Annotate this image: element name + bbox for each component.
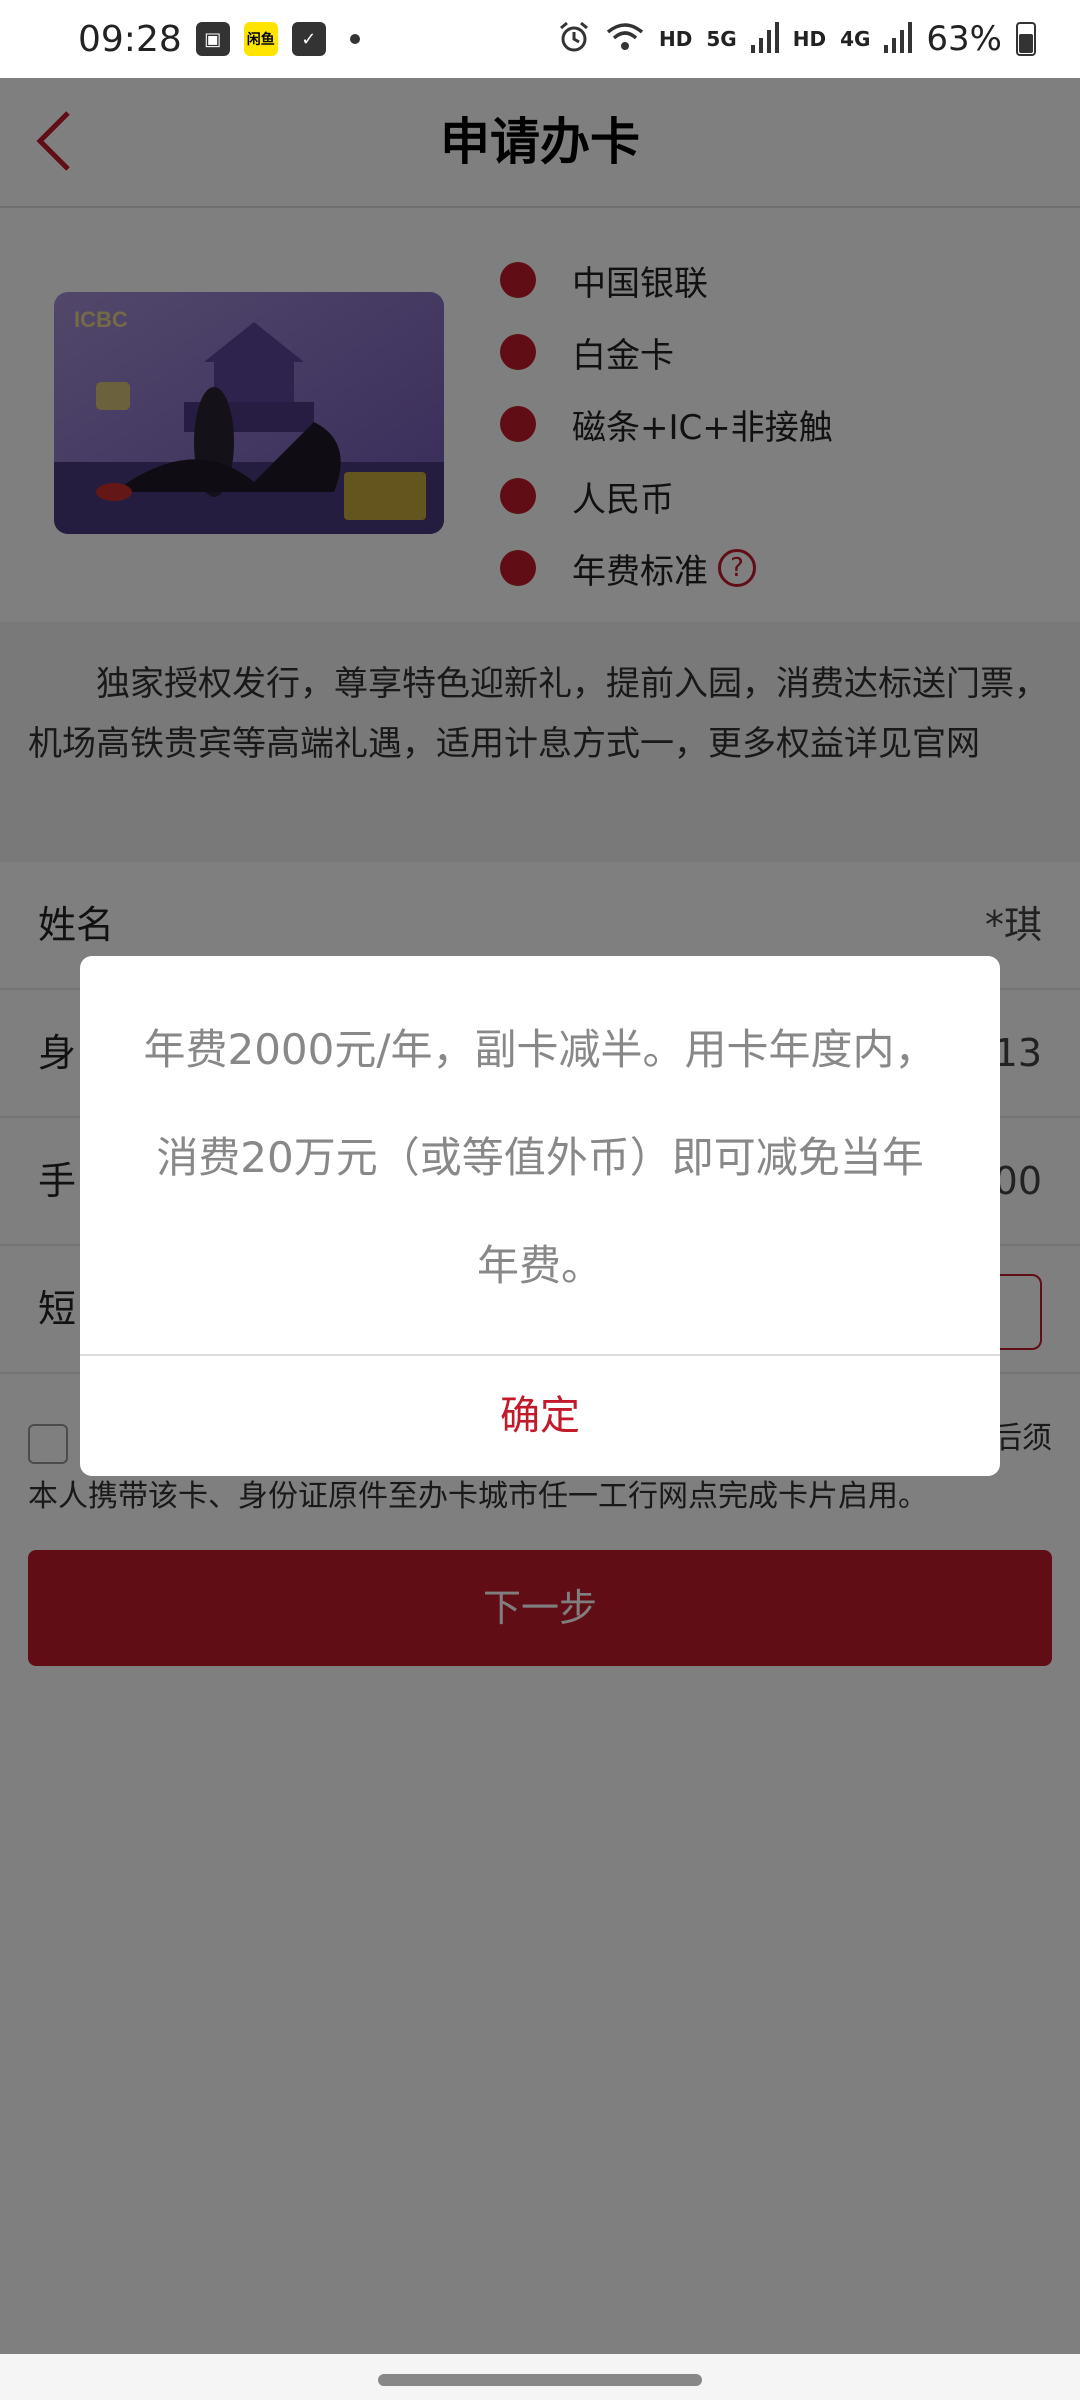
signal-icon	[750, 21, 779, 57]
signal-icon-2	[884, 21, 913, 57]
battery-icon	[1016, 22, 1036, 56]
home-gesture-bar[interactable]	[378, 2374, 702, 2386]
alarm-icon	[557, 20, 591, 58]
app-notification-icon: ✓	[291, 22, 326, 56]
more-notifications-icon	[349, 34, 360, 44]
annual-fee-dialog: 年费2000元/年，副卡减半。用卡年度内，消费20万元（或等值外币）即可减免当年…	[80, 956, 1000, 1476]
battery-percent: 63%	[926, 19, 1002, 59]
wifi-icon	[605, 20, 645, 58]
navigation-bar	[0, 2354, 1080, 2400]
status-bar: 09:28 ▣ 闲鱼 ✓ HD 5G HD 4G 63%	[0, 0, 1080, 78]
status-time: 09:28	[78, 18, 182, 60]
hd-indicator-2: HD	[792, 27, 827, 51]
confirm-button[interactable]: 确定	[80, 1356, 1000, 1476]
network-4g: 4G	[840, 27, 871, 51]
network-5g: 5G	[706, 27, 737, 51]
xianyu-notification-icon: 闲鱼	[243, 22, 278, 56]
dialog-message: 年费2000元/年，副卡减半。用卡年度内，消费20万元（或等值外币）即可减免当年…	[143, 1025, 937, 1290]
image-notification-icon: ▣	[195, 22, 230, 56]
hd-indicator: HD	[659, 27, 693, 51]
